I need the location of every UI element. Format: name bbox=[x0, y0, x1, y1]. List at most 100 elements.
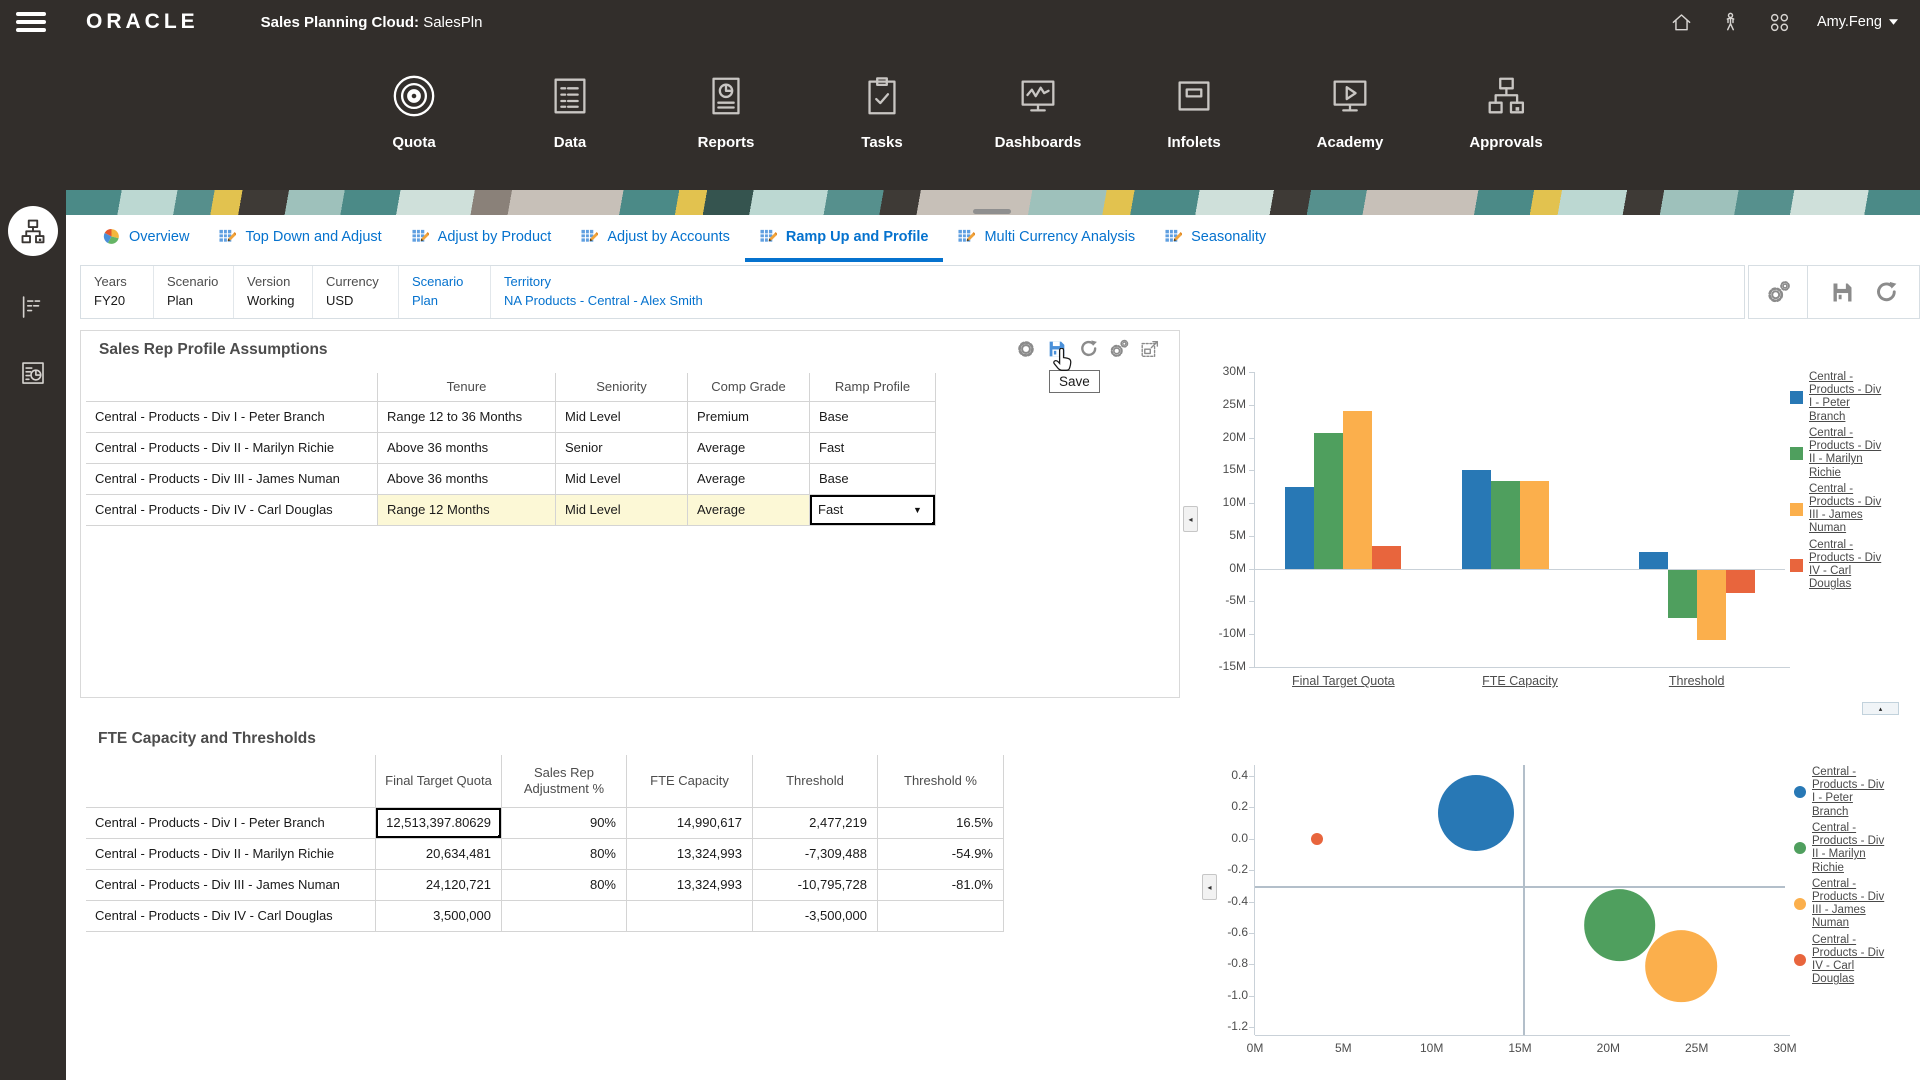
grid-cell[interactable] bbox=[627, 901, 753, 932]
legend-item-central-products-div-iv-carl-douglas[interactable]: Central - Products - Div IV - Carl Dougl… bbox=[1790, 539, 1883, 592]
tab-adjust-by-accounts[interactable]: Adjust by Accounts bbox=[566, 215, 745, 262]
grid-cell[interactable]: Fast bbox=[810, 433, 936, 464]
grid-cell[interactable]: Average bbox=[688, 495, 810, 526]
bar-central-products-div-iv-carl-douglas-final-target-quota[interactable] bbox=[1372, 546, 1401, 569]
legend-item-central-products-div-i-peter-branch[interactable]: Central - Products - Div I - Peter Branc… bbox=[1790, 371, 1883, 424]
sidebar-item-reports[interactable] bbox=[18, 358, 48, 388]
grid-cell[interactable]: Mid Level bbox=[556, 464, 688, 495]
gear-icon[interactable] bbox=[1015, 338, 1037, 360]
fill-handle[interactable] bbox=[932, 522, 936, 526]
nav-item-reports[interactable]: Reports bbox=[666, 73, 786, 190]
accessibility-icon[interactable] bbox=[1719, 11, 1742, 34]
grid-cell[interactable]: -3,500,000 bbox=[753, 901, 878, 932]
grid-cell[interactable]: -10,795,728 bbox=[753, 870, 878, 901]
legend-item-central-products-div-iv-carl-douglas[interactable]: Central - Products - Div IV - Carl Dougl… bbox=[1794, 934, 1886, 987]
nav-item-quota[interactable]: Quota bbox=[354, 73, 474, 190]
grid-cell[interactable]: -81.0% bbox=[878, 870, 1004, 901]
grid-cell[interactable]: 16.5% bbox=[878, 808, 1004, 839]
nav-item-data[interactable]: Data bbox=[510, 73, 630, 190]
grid-cell[interactable] bbox=[502, 901, 627, 932]
tab-adjust-by-product[interactable]: Adjust by Product bbox=[397, 215, 567, 262]
tab-top-down-and-adjust[interactable]: Top Down and Adjust bbox=[204, 215, 396, 262]
grid-cell[interactable]: 24,120,721 bbox=[376, 870, 502, 901]
nav-item-tasks[interactable]: Tasks bbox=[822, 73, 942, 190]
grid-cell[interactable]: Mid Level bbox=[556, 402, 688, 433]
grid-cell[interactable] bbox=[878, 901, 1004, 932]
bar-central-products-div-ii-marilyn-richie-final-target-quota[interactable] bbox=[1314, 433, 1343, 568]
bubble-central-products-div-ii-marilyn-richie[interactable] bbox=[1584, 889, 1656, 961]
nav-item-academy[interactable]: Academy bbox=[1290, 73, 1410, 190]
grid-cell[interactable]: 80% bbox=[502, 839, 627, 870]
grid-cell[interactable]: 3,500,000 bbox=[376, 901, 502, 932]
tab-scroll-indicator[interactable] bbox=[973, 209, 1011, 214]
category-label-threshold[interactable]: Threshold bbox=[1669, 674, 1725, 688]
grid-cell[interactable]: 14,990,617 bbox=[627, 808, 753, 839]
grid-cell[interactable]: Range 12 to 36 Months bbox=[378, 402, 556, 433]
legend-item-central-products-div-ii-marilyn-richie[interactable]: Central - Products - Div II - Marilyn Ri… bbox=[1790, 427, 1883, 480]
grid-cell[interactable]: Above 36 months bbox=[378, 464, 556, 495]
grid-cell[interactable]: Base bbox=[810, 402, 936, 433]
ramp-profile-dropdown[interactable]: Fast▼ bbox=[810, 495, 935, 525]
grid-cell[interactable]: Fast▼ bbox=[810, 495, 936, 526]
bubble-central-products-div-iii-james-numan[interactable] bbox=[1645, 930, 1717, 1002]
bubble-central-products-div-i-peter-branch[interactable] bbox=[1438, 775, 1514, 851]
grid-cell[interactable]: Range 12 Months bbox=[378, 495, 556, 526]
settings-gears-icon[interactable] bbox=[1108, 338, 1130, 360]
legend-item-central-products-div-iii-james-numan[interactable]: Central - Products - Div III - James Num… bbox=[1794, 878, 1886, 931]
splitter-collapse-up-button[interactable]: ▴ bbox=[1862, 702, 1899, 715]
pov-member-territory-5[interactable]: TerritoryNA Products - Central - Alex Sm… bbox=[491, 266, 1744, 318]
splitter-collapse-left-button[interactable]: ◂ bbox=[1202, 874, 1217, 900]
bar-central-products-div-ii-marilyn-richie-threshold[interactable] bbox=[1668, 570, 1697, 618]
grid-cell[interactable]: Average bbox=[688, 433, 810, 464]
grid-cell[interactable]: 2,477,219 bbox=[753, 808, 878, 839]
tab-overview[interactable]: Overview bbox=[88, 215, 204, 262]
grid-cell[interactable]: -7,309,488 bbox=[753, 839, 878, 870]
maximize-icon[interactable] bbox=[1139, 338, 1161, 360]
user-menu[interactable]: Amy.Feng bbox=[1817, 14, 1898, 30]
bubble-central-products-div-iv-carl-douglas[interactable] bbox=[1311, 833, 1323, 845]
legend-item-central-products-div-ii-marilyn-richie[interactable]: Central - Products - Div II - Marilyn Ri… bbox=[1794, 822, 1886, 875]
apps-grid-icon[interactable] bbox=[1768, 11, 1791, 34]
legend-item-central-products-div-i-peter-branch[interactable]: Central - Products - Div I - Peter Branc… bbox=[1794, 766, 1886, 819]
grid-cell[interactable]: 12,513,397.80629 bbox=[376, 808, 502, 839]
splitter-collapse-left-button[interactable]: ◂ bbox=[1183, 506, 1198, 532]
bar-central-products-div-i-peter-branch-threshold[interactable] bbox=[1639, 552, 1668, 568]
bar-central-products-div-ii-marilyn-richie-fte-capacity[interactable] bbox=[1491, 481, 1520, 568]
grid-cell[interactable]: 90% bbox=[502, 808, 627, 839]
refresh-icon[interactable] bbox=[1077, 338, 1099, 360]
grid-cell[interactable]: Base bbox=[810, 464, 936, 495]
bar-central-products-div-iv-carl-douglas-threshold[interactable] bbox=[1726, 570, 1755, 593]
pov-member-scenario-4[interactable]: ScenarioPlan bbox=[399, 266, 491, 318]
grid-cell[interactable]: Above 36 months bbox=[378, 433, 556, 464]
category-label-fte-capacity[interactable]: FTE Capacity bbox=[1482, 674, 1558, 688]
bar-central-products-div-i-peter-branch-final-target-quota[interactable] bbox=[1285, 487, 1314, 569]
settings-gears-icon[interactable] bbox=[1765, 279, 1792, 306]
grid-cell[interactable]: 20,634,481 bbox=[376, 839, 502, 870]
sidebar-item-org-chart[interactable] bbox=[8, 206, 58, 256]
grid-cell[interactable]: Senior bbox=[556, 433, 688, 464]
grid-cell[interactable]: -54.9% bbox=[878, 839, 1004, 870]
hamburger-menu-icon[interactable] bbox=[16, 12, 46, 32]
nav-item-dashboards[interactable]: Dashboards bbox=[978, 73, 1098, 190]
bar-central-products-div-i-peter-branch-fte-capacity[interactable] bbox=[1462, 470, 1491, 568]
grid-cell[interactable]: 13,324,993 bbox=[627, 839, 753, 870]
home-icon[interactable] bbox=[1670, 11, 1693, 34]
bar-central-products-div-iii-james-numan-threshold[interactable] bbox=[1697, 570, 1726, 641]
category-label-final-target-quota[interactable]: Final Target Quota bbox=[1292, 674, 1395, 688]
sidebar-item-outline[interactable] bbox=[18, 292, 48, 322]
nav-item-approvals[interactable]: Approvals bbox=[1446, 73, 1566, 190]
grid-cell[interactable]: Mid Level bbox=[556, 495, 688, 526]
legend-item-central-products-div-iii-james-numan[interactable]: Central - Products - Div III - James Num… bbox=[1790, 483, 1883, 536]
chevron-down-icon[interactable]: ▼ bbox=[913, 495, 933, 525]
grid-cell[interactable]: 13,324,993 bbox=[627, 870, 753, 901]
grid-cell[interactable]: Average bbox=[688, 464, 810, 495]
tab-seasonality[interactable]: Seasonality bbox=[1150, 215, 1281, 262]
bar-central-products-div-iii-james-numan-fte-capacity[interactable] bbox=[1520, 481, 1549, 568]
tab-ramp-up-and-profile[interactable]: Ramp Up and Profile bbox=[745, 215, 944, 262]
refresh-icon[interactable] bbox=[1872, 279, 1899, 306]
tab-multi-currency-analysis[interactable]: Multi Currency Analysis bbox=[943, 215, 1150, 262]
nav-item-infolets[interactable]: Infolets bbox=[1134, 73, 1254, 190]
save-icon[interactable] bbox=[1829, 279, 1856, 306]
grid-cell[interactable]: Premium bbox=[688, 402, 810, 433]
bar-central-products-div-iii-james-numan-final-target-quota[interactable] bbox=[1343, 411, 1372, 569]
